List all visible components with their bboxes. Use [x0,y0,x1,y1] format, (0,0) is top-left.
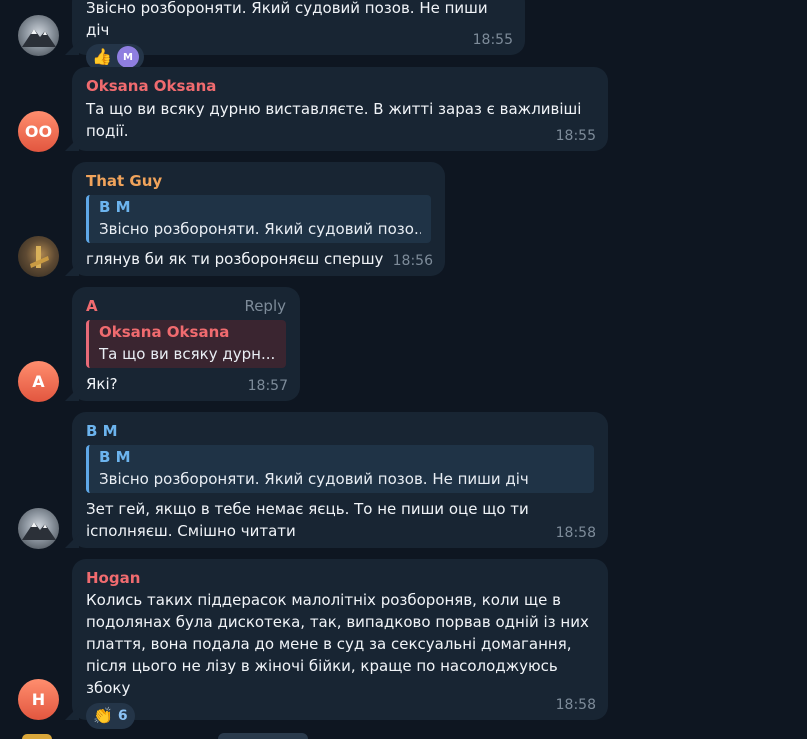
mountain-icon [22,29,56,47]
reply-quote[interactable]: B M Звісно розбороняти. Який судовий поз… [86,445,594,493]
message-text-line: Зет гей, якщо в тебе немає яєць. То не п… [86,500,529,518]
message-time: 18:55 [472,32,513,48]
message-bubble-1[interactable]: Звісно розбороняти. Який судовий позов. … [65,0,525,70]
message-bubble-2[interactable]: Oksana Oksana Та що ви всяку дурню виста… [65,67,608,151]
message-time: 18:55 [555,128,596,144]
reply-button[interactable]: Reply [244,297,286,315]
message-time: 18:58 [555,525,596,541]
message-text-line: Колись таких піддерасок малолітніх розбо… [86,591,562,609]
message-text-line: Та що ви всяку дурню виставляєте. В житт… [86,100,582,118]
clapping-hands-icon: 👏 [93,706,113,725]
mountain-avatar[interactable] [18,508,59,549]
quote-text: Звісно розбороняти. Який судовий позов. … [99,470,529,488]
sender-name[interactable]: That Guy [86,171,431,191]
reaction-clapping[interactable]: 👏 6 [86,703,135,729]
message-text-line: подолянах була дискотека, так, випадково… [86,613,589,631]
figure-icon [30,246,49,268]
avatar-a[interactable]: A [18,361,59,402]
sender-name[interactable]: Oksana Oksana [86,76,594,96]
message-text: глянув би як ти розбороняєш спершу [86,250,384,268]
message-text: Звісно розбороняти. Який судовий позов. … [86,0,488,39]
message-text-line: плаття, вона подала до мене в суд за сек… [86,635,572,653]
quote-text: Та що ви всяку дурн... [99,345,276,363]
that-guy-avatar[interactable] [18,236,59,277]
message-time: 18:56 [392,253,433,269]
next-avatar-partial [22,734,52,739]
message-bubble-6[interactable]: Hogan Колись таких піддерасок малолітніх… [65,559,608,729]
message-text-line: події. [86,122,129,140]
quote-name: B M [99,448,131,466]
message-text-line: після цього не лізу в жіночі бійки, кращ… [86,657,558,697]
reaction-count: 6 [117,708,128,724]
next-bubble-partial [218,733,308,739]
reactor-avatar: M [116,46,139,68]
sender-name[interactable]: B M [86,421,594,441]
thumbs-up-icon: 👍 [92,47,112,66]
message-bubble-4[interactable]: A Reply Oksana Oksana Та що ви всяку дур… [65,287,300,401]
message-text-line: ісполняєш. Смішно читати [86,522,296,540]
quote-name: B M [99,198,131,216]
reply-quote[interactable]: B M Звісно розбороняти. Який судовий поз… [86,195,431,243]
sender-name[interactable]: Hogan [86,568,594,588]
mountain-icon [22,522,56,540]
quote-name: Oksana Oksana [99,323,230,341]
avatar-oksana[interactable]: OO [18,111,59,152]
message-time: 18:58 [555,697,596,713]
reactions: 👏 6 [86,703,594,729]
reply-quote[interactable]: Oksana Oksana Та що ви всяку дурн... [86,320,286,368]
message-time: 18:57 [247,378,288,394]
mountain-avatar[interactable] [18,15,59,56]
avatar-hogan[interactable]: H [18,679,59,720]
quote-text: Звісно розбороняти. Який судовий позо... [99,220,421,238]
message-bubble-5[interactable]: B M B M Звісно розбороняти. Який судовий… [65,412,608,548]
message-bubble-3[interactable]: That Guy B M Звісно розбороняти. Який су… [65,162,445,276]
